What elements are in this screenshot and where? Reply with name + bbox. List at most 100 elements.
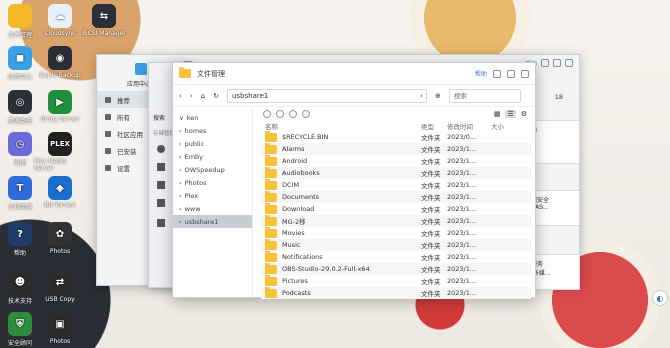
tree-item[interactable]: › Photos <box>173 176 252 189</box>
tree-item-label: usbshare1 <box>184 217 219 226</box>
settings-icon[interactable]: ⚙ <box>521 110 531 118</box>
file-name-cell: DCIM <box>261 178 421 190</box>
file-row[interactable]: Pictures 文件夹 2023/1... <box>261 274 531 287</box>
file-row[interactable]: Alarms 文件夹 2023/1... <box>261 142 531 155</box>
back-icon[interactable]: ‹ <box>179 92 182 100</box>
forward-icon[interactable]: › <box>190 92 193 100</box>
tree-item-label: Photos <box>184 178 207 187</box>
tree-item[interactable]: › Emby <box>173 150 252 163</box>
chevron-right-icon[interactable]: › <box>179 192 182 200</box>
chevron-right-icon[interactable]: › <box>179 127 182 135</box>
file-type: 文件夹 <box>421 278 441 286</box>
tree-item[interactable]: › usbshare1 <box>173 215 252 228</box>
desktop-icon[interactable]: PLEX Plex Media Server <box>34 132 86 172</box>
file-date: 2023/1... <box>447 145 477 153</box>
col-type[interactable]: 类型 <box>421 121 447 131</box>
file-row[interactable]: $RECYCLE.BIN 文件夹 2023/0... <box>261 130 531 143</box>
grid-view-icon[interactable]: ▦ <box>494 110 501 118</box>
desktop-icon[interactable]: ▶ Emby Server <box>34 90 86 123</box>
col-name[interactable]: 名称 <box>261 121 421 131</box>
chevron-right-icon[interactable]: › <box>179 218 182 226</box>
tree-item[interactable]: › public <box>173 137 252 150</box>
file-row[interactable]: MG-2移 文件夹 2023/1... <box>261 214 531 227</box>
file-type: 文件夹 <box>421 230 441 238</box>
tree-item[interactable]: › homes <box>173 124 252 137</box>
tree-item[interactable]: ∨ ken <box>173 111 252 124</box>
chevron-right-icon[interactable]: › <box>179 179 182 187</box>
file-row[interactable]: Music 文件夹 2023/1... <box>261 238 531 251</box>
info-icon[interactable] <box>289 110 297 118</box>
chevron-down-icon[interactable]: ∨ <box>179 114 184 122</box>
tree-item[interactable]: › OWSpeedup <box>173 163 252 176</box>
file-name: OBS-Studio-29.0.2-Full-x64 <box>282 265 370 273</box>
path-bar[interactable]: usbshare1 › <box>226 88 427 103</box>
close-button[interactable] <box>521 69 529 78</box>
sidebar-item[interactable]: 推荐 <box>97 91 151 108</box>
desktop-icon-label: 文件管理 <box>7 32 32 39</box>
chevron-right-icon[interactable]: › <box>179 140 182 148</box>
file-row[interactable]: Download 文件夹 2023/1... <box>261 202 531 215</box>
minimize-button[interactable] <box>493 69 501 78</box>
search-box[interactable]: 搜索 <box>153 113 165 122</box>
file-type: 文件夹 <box>421 134 441 142</box>
sidebar-item[interactable]: 设置 <box>97 159 151 176</box>
file-row[interactable]: Documents 文件夹 2023/1... <box>261 190 531 203</box>
close-button[interactable] <box>565 59 573 67</box>
sidebar-icon <box>105 147 111 154</box>
tree-item[interactable]: › Plex <box>173 189 252 202</box>
new-folder-icon[interactable] <box>276 110 284 118</box>
maximize-button[interactable] <box>553 59 561 67</box>
refresh-icon[interactable]: ↻ <box>213 92 219 100</box>
sidebar-item[interactable]: 已安装 <box>97 142 151 159</box>
desktop-icon[interactable]: ◆ Bit Torrent <box>34 176 86 209</box>
file-name-cell: Documents <box>261 190 421 202</box>
file-name: Movies <box>282 229 305 237</box>
col-size[interactable]: 大小 <box>491 121 504 131</box>
help-link[interactable]: 帮助 <box>475 69 487 78</box>
file-date: 2023/1... <box>447 193 477 201</box>
list-header: 名称 类型 修改时间 大小 <box>261 121 531 131</box>
file-type: 文件夹 <box>421 206 441 214</box>
desktop-icon[interactable]: ✿ Photos <box>34 222 86 255</box>
desktop-icon[interactable]: ⇄ USB Copy <box>34 270 86 303</box>
tree-item[interactable]: › www <box>173 202 252 215</box>
file-row[interactable]: Android 文件夹 2023/1... <box>261 154 531 167</box>
chevron-right-icon[interactable]: › <box>179 166 182 174</box>
file-date: 2023/1... <box>447 181 477 189</box>
desktop-icon-label: 安全顾问 <box>7 340 32 347</box>
file-name: Audiobooks <box>282 169 320 177</box>
file-date: 2023/1... <box>447 217 477 225</box>
home-icon[interactable]: ⌂ <box>201 92 205 100</box>
tree-item-label: Emby <box>184 152 204 161</box>
file-row[interactable]: Movies 文件夹 2023/1... <box>261 226 531 239</box>
folder-icon <box>179 67 191 78</box>
file-row[interactable]: OBS-Studio-29.0.2-Full-x64 文件夹 2023/1... <box>261 262 531 275</box>
desktop-icon[interactable]: ▣ Photos <box>34 312 86 345</box>
sidebar-label: 所有 <box>117 113 130 122</box>
sidebar-item[interactable]: 社区应用 <box>97 125 151 142</box>
add-icon[interactable]: ⊕ <box>435 92 441 100</box>
file-name: Download <box>282 205 315 213</box>
list-view-icon[interactable]: ☰ <box>505 110 516 118</box>
more-icon[interactable] <box>302 110 310 118</box>
floating-assistant-icon[interactable]: ◐ <box>652 290 668 306</box>
chevron-right-icon[interactable]: › <box>179 205 182 213</box>
file-row[interactable]: DCIM 文件夹 2023/1... <box>261 178 531 191</box>
desktop-icon[interactable]: ⇆ iSCSI Manager <box>78 4 130 37</box>
maximize-button[interactable] <box>507 69 515 78</box>
col-modified[interactable]: 修改时间 <box>447 121 491 131</box>
sidebar-item[interactable]: 所有 <box>97 108 151 125</box>
sidebar-icon <box>105 96 111 103</box>
file-row[interactable]: Audiobooks 文件夹 2023/1... <box>261 166 531 179</box>
sidebar-icon <box>105 113 111 120</box>
file-row[interactable]: Podcasts 文件夹 2023/1... <box>261 286 531 299</box>
desktop-icon[interactable]: ◉ Duple Backup <box>34 46 86 79</box>
minimize-button[interactable] <box>541 59 549 67</box>
upload-icon[interactable] <box>263 110 271 118</box>
app-icon: ◆ <box>48 176 72 200</box>
search-input[interactable] <box>448 88 521 103</box>
app-icon: ☁ <box>48 4 72 28</box>
path-dropdown-icon[interactable]: › <box>420 92 426 100</box>
chevron-right-icon[interactable]: › <box>179 153 182 161</box>
file-row[interactable]: Notifications 文件夹 2023/1... <box>261 250 531 263</box>
